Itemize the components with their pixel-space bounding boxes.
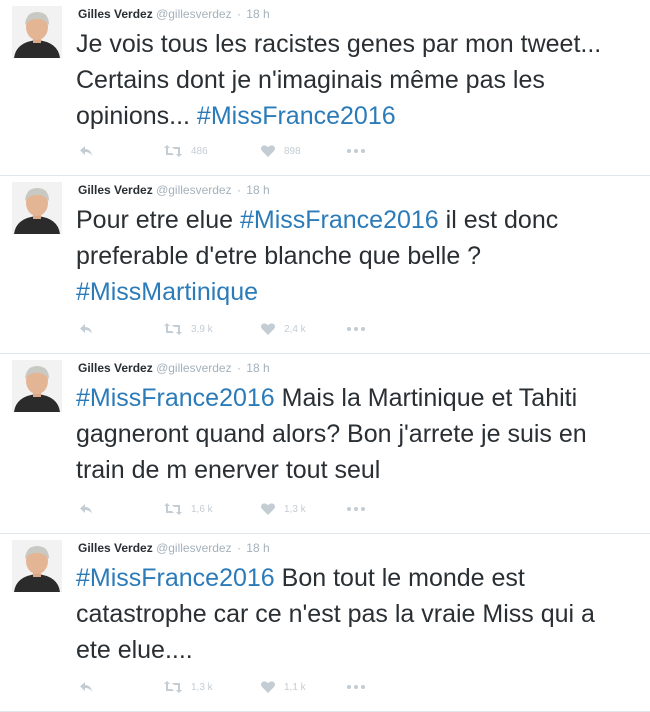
tweet-actions: 486 898 xyxy=(78,141,408,161)
retweet-button[interactable]: 486 xyxy=(163,141,208,161)
tweet-actions: 3,9 k 2,4 k xyxy=(78,319,408,339)
like-button[interactable]: 2,4 k xyxy=(260,319,306,339)
author-handle[interactable]: @gillesverdez xyxy=(156,361,232,375)
more-dots-icon xyxy=(347,507,365,511)
retweet-count: 3,9 k xyxy=(191,323,213,335)
timestamp[interactable]: 18 h xyxy=(246,7,269,21)
reply-button[interactable] xyxy=(78,499,94,519)
timestamp[interactable]: 18 h xyxy=(246,541,269,555)
retweet-count: 1,6 k xyxy=(191,503,213,515)
reply-icon xyxy=(80,682,92,692)
more-button[interactable] xyxy=(346,677,366,697)
like-count: 2,4 k xyxy=(284,323,306,335)
reply-button[interactable] xyxy=(78,319,94,339)
tweet[interactable]: Gilles Verdez @gillesverdez · 18 h Je vo… xyxy=(0,0,650,176)
avatar[interactable] xyxy=(12,182,62,234)
author-name[interactable]: Gilles Verdez xyxy=(78,183,153,197)
avatar[interactable] xyxy=(12,6,62,58)
hashtag-link[interactable]: #MissFrance2016 xyxy=(76,384,275,412)
author-handle[interactable]: @gillesverdez xyxy=(156,541,232,555)
like-count: 1,3 k xyxy=(284,503,306,515)
heart-icon xyxy=(261,323,275,335)
author-name[interactable]: Gilles Verdez xyxy=(78,541,153,555)
separator: · xyxy=(236,7,241,21)
tweet[interactable]: Gilles Verdez @gillesverdez · 18 h #Miss… xyxy=(0,354,650,534)
like-button[interactable]: 898 xyxy=(260,141,301,161)
retweet-button[interactable]: 1,3 k xyxy=(163,677,213,697)
tweet[interactable]: Gilles Verdez @gillesverdez · 18 h Pour … xyxy=(0,176,650,354)
retweet-button[interactable]: 3,9 k xyxy=(163,319,213,339)
like-count: 1,1 k xyxy=(284,681,306,693)
retweet-icon xyxy=(164,323,182,335)
timestamp[interactable]: 18 h xyxy=(246,183,269,197)
reply-icon xyxy=(80,504,92,514)
tweet-timeline: Gilles Verdez @gillesverdez · 18 h Je vo… xyxy=(0,0,650,712)
avatar[interactable] xyxy=(12,360,62,412)
retweet-icon xyxy=(164,503,182,515)
more-button[interactable] xyxy=(346,499,366,519)
hashtag-link[interactable]: #MissFrance2016 xyxy=(76,564,275,592)
more-dots-icon xyxy=(347,327,365,331)
tweet-header: Gilles Verdez @gillesverdez · 18 h xyxy=(78,540,270,556)
tweet-actions: 1,3 k 1,1 k xyxy=(78,677,408,697)
retweet-count: 1,3 k xyxy=(191,681,213,693)
like-button[interactable]: 1,1 k xyxy=(260,677,306,697)
hashtag-link[interactable]: #MissFrance2016 xyxy=(240,206,439,234)
retweet-icon xyxy=(164,681,182,693)
tweet-header: Gilles Verdez @gillesverdez · 18 h xyxy=(78,6,270,22)
hashtag-link[interactable]: #MissFrance2016 xyxy=(197,102,396,130)
author-handle[interactable]: @gillesverdez xyxy=(156,183,232,197)
separator: · xyxy=(236,541,241,555)
like-count: 898 xyxy=(284,145,301,157)
tweet-text: Je vois tous les racistes genes par mon … xyxy=(76,26,636,134)
retweet-count: 486 xyxy=(191,145,208,157)
separator: · xyxy=(236,183,241,197)
reply-button[interactable] xyxy=(78,141,94,161)
more-dots-icon xyxy=(347,149,365,153)
timestamp[interactable]: 18 h xyxy=(246,361,269,375)
more-button[interactable] xyxy=(346,319,366,339)
more-button[interactable] xyxy=(346,141,366,161)
tweet-header: Gilles Verdez @gillesverdez · 18 h xyxy=(78,360,270,376)
heart-icon xyxy=(261,681,275,693)
hashtag-link[interactable]: #MissMartinique xyxy=(76,278,258,306)
tweet-actions: 1,6 k 1,3 k xyxy=(78,499,408,519)
reply-icon xyxy=(80,146,92,156)
tweet-text: #MissFrance2016 Bon tout le monde est ca… xyxy=(76,560,636,668)
heart-icon xyxy=(261,503,275,515)
reply-icon xyxy=(80,324,92,334)
like-button[interactable]: 1,3 k xyxy=(260,499,306,519)
tweet-text: #MissFrance2016 Mais la Martinique et Ta… xyxy=(76,380,636,488)
author-name[interactable]: Gilles Verdez xyxy=(78,7,153,21)
separator: · xyxy=(236,361,241,375)
author-name[interactable]: Gilles Verdez xyxy=(78,361,153,375)
author-handle[interactable]: @gillesverdez xyxy=(156,7,232,21)
avatar[interactable] xyxy=(12,540,62,592)
retweet-button[interactable]: 1,6 k xyxy=(163,499,213,519)
tweet-header: Gilles Verdez @gillesverdez · 18 h xyxy=(78,182,270,198)
tweet-text-segment: Pour etre elue xyxy=(76,206,240,234)
tweet[interactable]: Gilles Verdez @gillesverdez · 18 h #Miss… xyxy=(0,534,650,712)
reply-button[interactable] xyxy=(78,677,94,697)
more-dots-icon xyxy=(347,685,365,689)
tweet-text: Pour etre elue #MissFrance2016 il est do… xyxy=(76,202,636,310)
retweet-icon xyxy=(164,145,182,157)
heart-icon xyxy=(261,145,275,157)
